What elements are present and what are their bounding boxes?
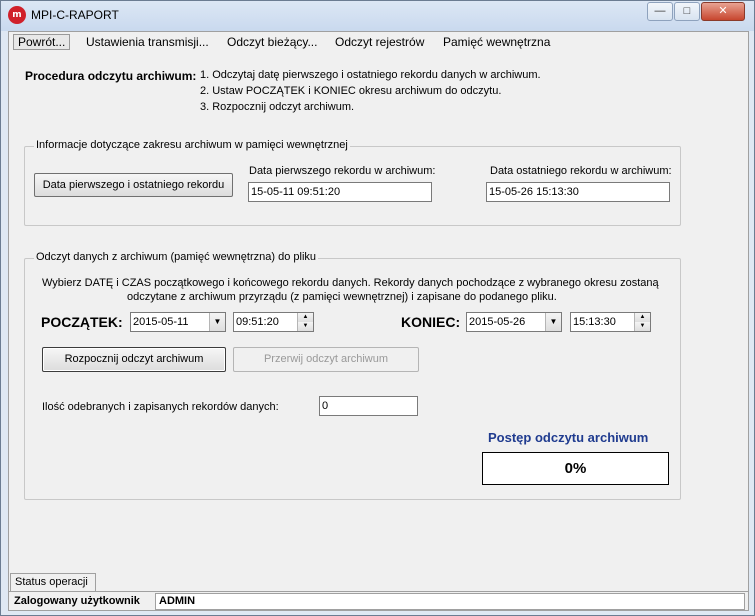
chevron-down-icon[interactable]: ▼ <box>545 313 561 331</box>
stop-reading-button[interactable]: Przerwij odczyt archiwum <box>233 347 419 372</box>
status-bar: Status operacji Zalogowany użytkownik AD… <box>9 572 748 610</box>
minimize-button[interactable]: — <box>647 2 673 21</box>
spin-arrows-icon[interactable]: ▲ ▼ <box>297 313 313 331</box>
menu-current-reading[interactable]: Odczyt bieżący... <box>223 34 321 50</box>
first-record-label: Data pierwszego rekordu w archiwum: <box>249 165 436 177</box>
first-record-field[interactable]: 15-05-11 09:51:20 <box>248 182 432 202</box>
start-label: POCZĄTEK: <box>41 314 123 330</box>
menu-internal-memory[interactable]: Pamięć wewnętrzna <box>439 34 554 50</box>
chevron-down-icon[interactable]: ▼ <box>209 313 225 331</box>
end-label: KONIEC: <box>401 314 461 330</box>
close-button[interactable]: ✕ <box>701 2 745 21</box>
start-date-combo[interactable]: 2015-05-11 ▼ <box>130 312 226 332</box>
title-bar[interactable]: m MPI-C-RAPORT — □ ✕ <box>1 1 754 31</box>
menu-register-reading[interactable]: Odczyt rejestrów <box>331 34 428 50</box>
procedure-step-1: 1. Odczytaj datę pierwszego i ostatniego… <box>200 69 541 81</box>
status-line: Zalogowany użytkownik ADMIN <box>9 591 748 610</box>
start-time-value: 09:51:20 <box>236 316 279 328</box>
record-count-field[interactable]: 0 <box>319 396 418 416</box>
status-tab[interactable]: Status operacji <box>10 573 96 591</box>
maximize-button[interactable]: □ <box>674 2 700 21</box>
end-date-combo[interactable]: 2015-05-26 ▼ <box>466 312 562 332</box>
end-date-value: 2015-05-26 <box>469 316 526 328</box>
last-record-field[interactable]: 15-05-26 15:13:30 <box>486 182 670 202</box>
spin-arrows-icon[interactable]: ▲ ▼ <box>634 313 650 331</box>
last-record-label: Data ostatniego rekordu w archiwum: <box>490 165 672 177</box>
end-time-spinner[interactable]: 15:13:30 ▲ ▼ <box>570 312 651 332</box>
record-count-label: Ilość odebranych i zapisanych rekordów d… <box>42 401 279 413</box>
window-title: MPI-C-RAPORT <box>31 8 119 22</box>
procedure-label: Procedura odczytu archiwum: <box>25 69 197 83</box>
read-info-line-1: Wybierz DATĘ i CZAS początkowego i końco… <box>42 277 659 289</box>
app-window: m MPI-C-RAPORT — □ ✕ Powrót... Ustawieni… <box>0 0 755 616</box>
progress-title: Postęp odczytu archiwum <box>488 430 649 445</box>
read-group-legend: Odczyt danych z archiwum (pamięć wewnętr… <box>34 251 319 263</box>
menu-transmission-settings[interactable]: Ustawienia transmisji... <box>82 34 213 50</box>
logged-user-value: ADMIN <box>155 593 745 610</box>
read-record-dates-button[interactable]: Data pierwszego i ostatniego rekordu <box>34 173 233 197</box>
progress-indicator: 0% <box>482 452 669 485</box>
client-area: Powrót... Ustawienia transmisji... Odczy… <box>8 31 749 611</box>
range-group-legend: Informacje dotyczące zakresu archiwum w … <box>34 139 350 151</box>
start-date-value: 2015-05-11 <box>133 316 189 328</box>
procedure-step-2: 2. Ustaw POCZĄTEK i KONIEC okresu archiw… <box>200 85 502 97</box>
end-time-value: 15:13:30 <box>573 316 616 328</box>
app-logo-icon[interactable]: m <box>8 6 26 24</box>
read-info-line-2: odczytane z archiwum przyrządu (z pamięc… <box>127 291 557 303</box>
menu-bar: Powrót... Ustawienia transmisji... Odczy… <box>9 32 748 51</box>
logged-user-label: Zalogowany użytkownik <box>14 595 140 607</box>
procedure-step-3: 3. Rozpocznij odczyt archiwum. <box>200 101 355 113</box>
start-time-spinner[interactable]: 09:51:20 ▲ ▼ <box>233 312 314 332</box>
start-reading-button[interactable]: Rozpocznij odczyt archiwum <box>42 347 226 372</box>
menu-back[interactable]: Powrót... <box>13 34 71 50</box>
